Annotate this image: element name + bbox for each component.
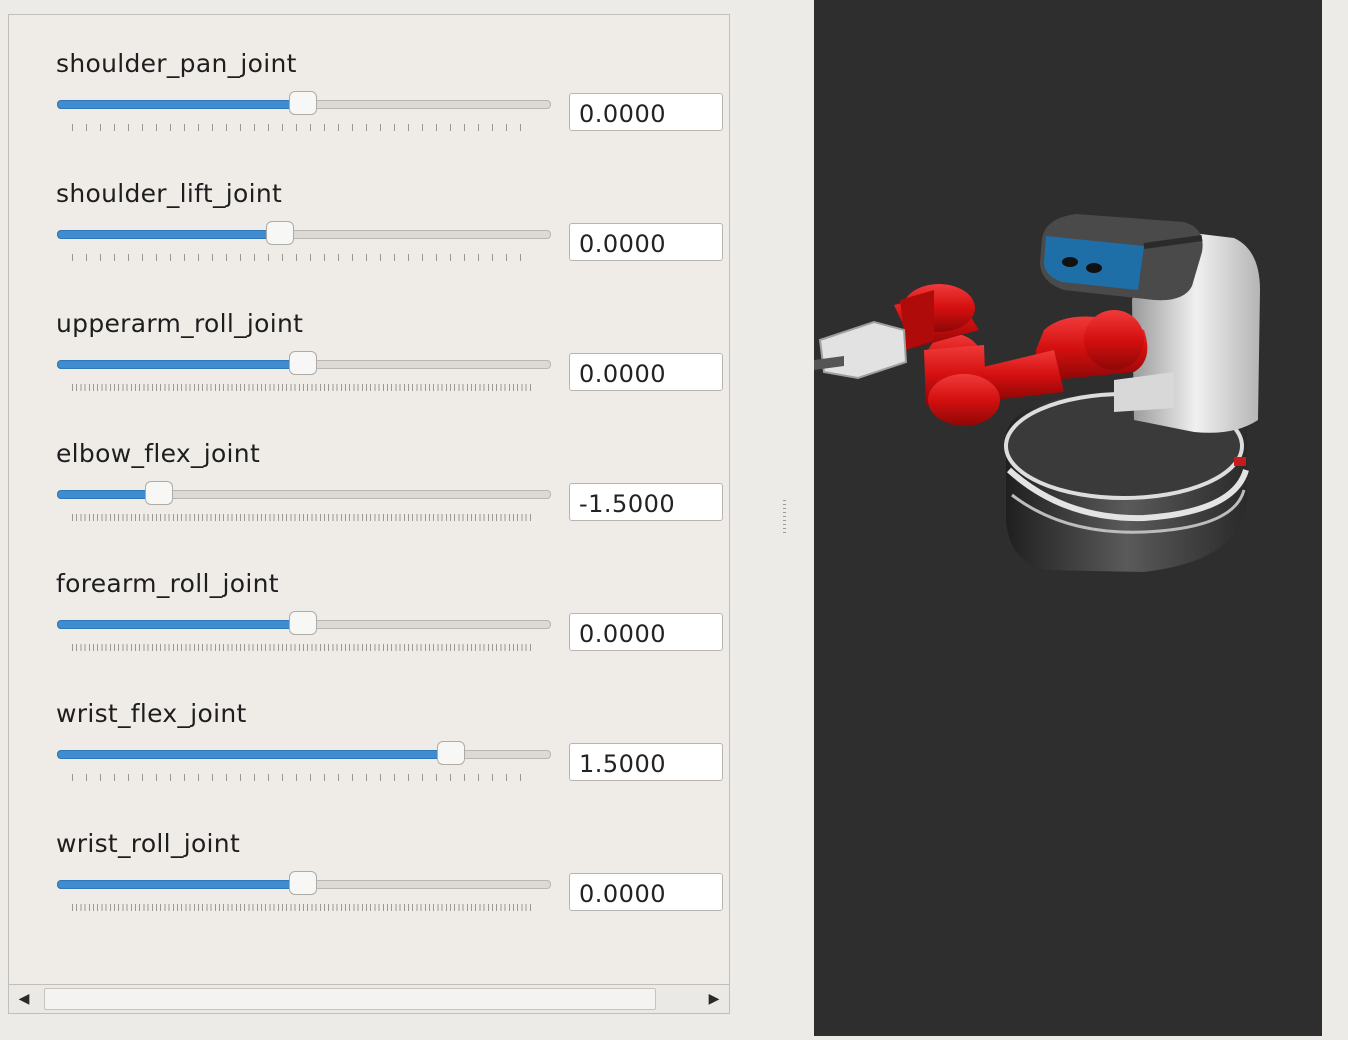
- slider-handle[interactable]: [289, 351, 317, 375]
- slider-fill: [57, 620, 305, 629]
- scroll-right-button[interactable]: ▶: [699, 985, 729, 1013]
- triangle-left-icon: ◀: [18, 991, 30, 1007]
- joint-row-upperarm-roll-joint: upperarm_roll_joint 0.0000: [9, 309, 729, 439]
- joint-row-elbow-flex-joint: elbow_flex_joint -1.5000: [9, 439, 729, 569]
- slider-handle[interactable]: [266, 221, 294, 245]
- joint-row-shoulder-pan-joint: shoulder_pan_joint 0.0000: [9, 49, 729, 179]
- horizontal-scrollbar[interactable]: ◀ ▶: [9, 984, 729, 1013]
- joint-row-wrist-roll-joint: wrist_roll_joint 0.0000: [9, 829, 729, 959]
- joint-value-field[interactable]: -1.5000: [569, 483, 723, 521]
- joint-label: elbow_flex_joint: [56, 439, 261, 468]
- slider-ticks: [72, 254, 532, 261]
- slider-fill: [57, 230, 282, 239]
- slider-handle[interactable]: [437, 741, 465, 765]
- joint-label: upperarm_roll_joint: [56, 309, 304, 338]
- slider-ticks: [72, 384, 532, 391]
- slider-handle[interactable]: [145, 481, 173, 505]
- joint-value-field[interactable]: 0.0000: [569, 353, 723, 391]
- slider-ticks: [72, 904, 532, 911]
- slider-fill: [57, 880, 305, 889]
- joint-slider[interactable]: [57, 221, 553, 261]
- slider-fill: [57, 100, 305, 109]
- joint-value-field[interactable]: 0.0000: [569, 93, 723, 131]
- joint-slider[interactable]: [57, 741, 553, 781]
- joint-value-field[interactable]: 0.0000: [569, 223, 723, 261]
- joint-value-field[interactable]: 1.5000: [569, 743, 723, 781]
- slider-handle[interactable]: [289, 871, 317, 895]
- slider-ticks: [72, 124, 532, 131]
- right-edge-strip: [1322, 0, 1348, 1036]
- slider-ticks: [72, 774, 532, 781]
- slider-fill: [57, 750, 453, 759]
- joint-label: shoulder_pan_joint: [56, 49, 297, 78]
- joint-slider[interactable]: [57, 611, 553, 651]
- joint-slider[interactable]: [57, 871, 553, 911]
- slider-handle[interactable]: [289, 91, 317, 115]
- triangle-right-icon: ▶: [708, 991, 720, 1007]
- joint-row-shoulder-lift-joint: shoulder_lift_joint 0.0000: [9, 179, 729, 309]
- robot-head: [1040, 214, 1203, 301]
- scroll-left-button[interactable]: ◀: [9, 985, 39, 1013]
- joint-slider[interactable]: [57, 351, 553, 391]
- scrollbar-thumb[interactable]: [44, 988, 656, 1010]
- robot-render: [814, 214, 1260, 572]
- joint-value-field[interactable]: 0.0000: [569, 613, 723, 651]
- slider-fill: [57, 360, 305, 369]
- joint-slider[interactable]: [57, 481, 553, 521]
- joint-sliders-panel: shoulder_pan_joint 0.0000 shoulder_lift_jo…: [8, 14, 730, 1014]
- slider-handle[interactable]: [289, 611, 317, 635]
- joint-value-field[interactable]: 0.0000: [569, 873, 723, 911]
- slider-ticks: [72, 514, 532, 521]
- joint-row-wrist-flex-joint: wrist_flex_joint 1.5000: [9, 699, 729, 829]
- joint-row-forearm-roll-joint: forearm_roll_joint 0.0000: [9, 569, 729, 699]
- joint-slider[interactable]: [57, 91, 553, 131]
- joint-label: shoulder_lift_joint: [56, 179, 283, 208]
- joint-label: forearm_roll_joint: [56, 569, 279, 598]
- robot-gripper: [814, 320, 908, 380]
- splitter-handle[interactable]: [783, 500, 786, 534]
- joint-label: wrist_roll_joint: [56, 829, 241, 858]
- 3d-viewport[interactable]: [814, 0, 1322, 1036]
- slider-ticks: [72, 644, 532, 651]
- joint-label: wrist_flex_joint: [56, 699, 247, 728]
